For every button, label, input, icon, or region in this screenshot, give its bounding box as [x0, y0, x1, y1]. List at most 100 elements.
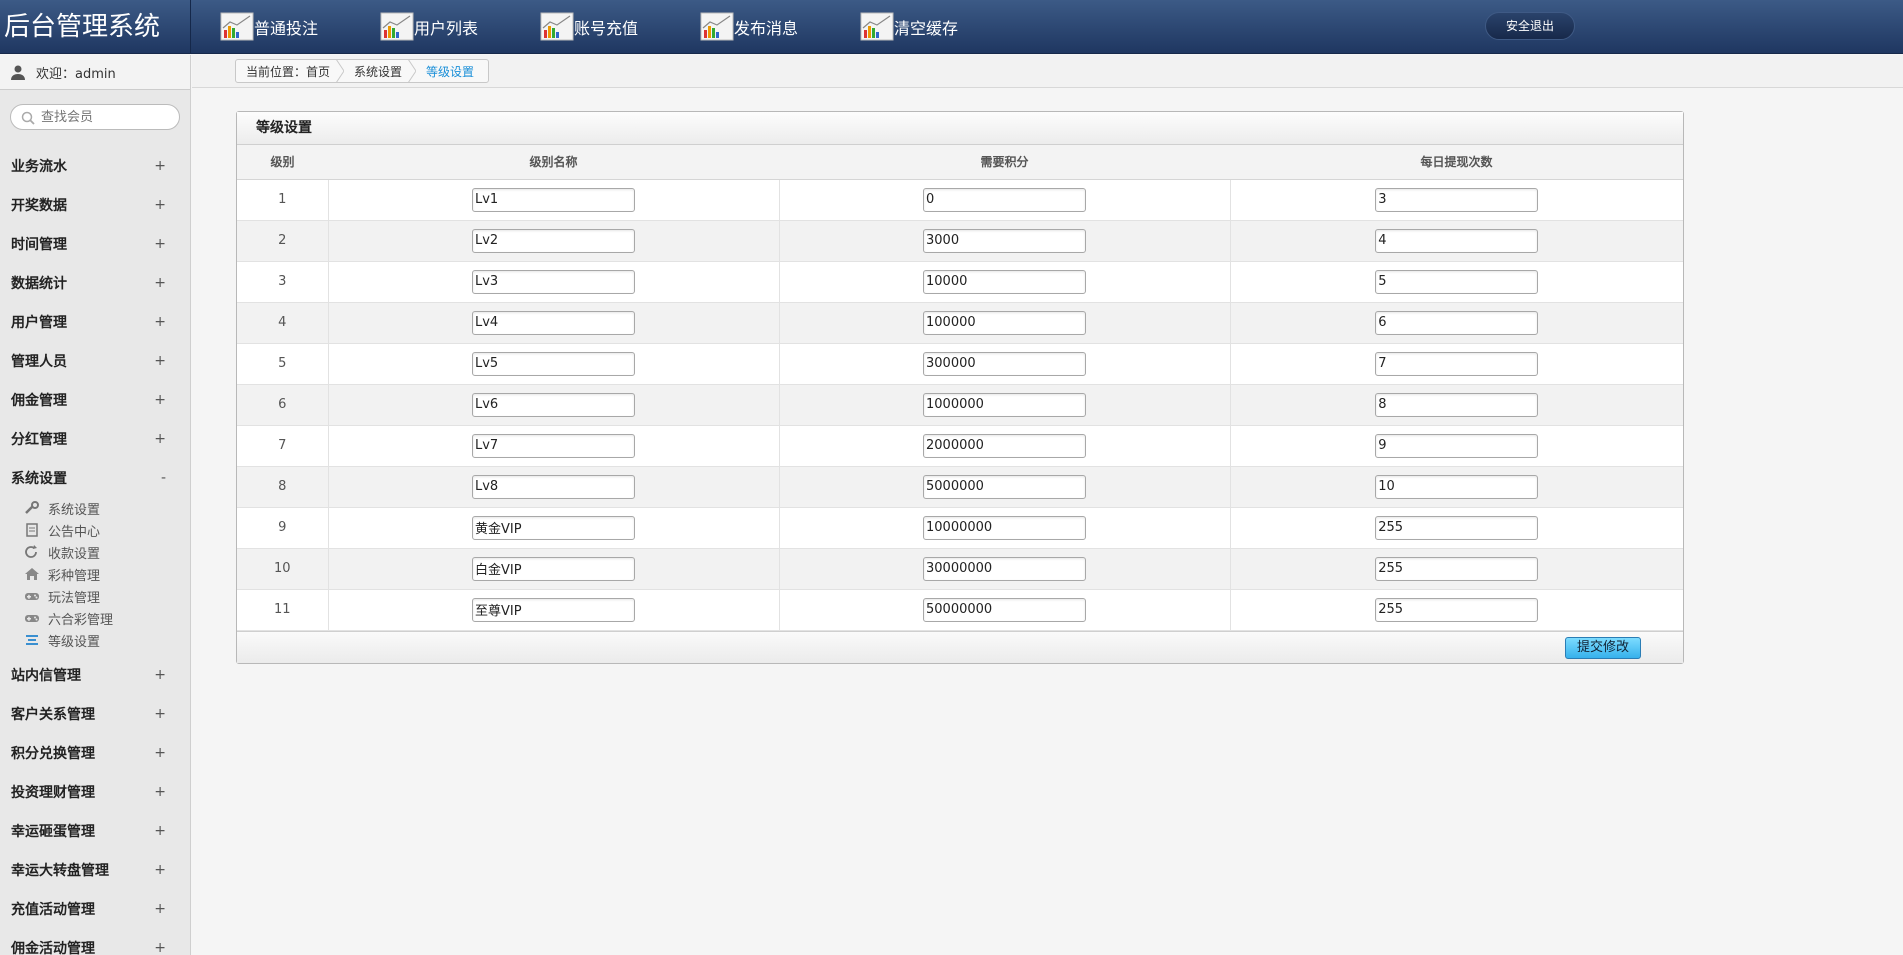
- table-row: 9: [237, 507, 1683, 549]
- daily-withdraw-input[interactable]: [1375, 351, 1539, 376]
- sidebar-menu-item[interactable]: 时间管理 +: [0, 224, 190, 263]
- required-points-input[interactable]: [923, 474, 1086, 499]
- chart-icon: [380, 12, 416, 42]
- breadcrumb-parent[interactable]: 系统设置: [354, 63, 402, 80]
- daily-withdraw-input[interactable]: [1375, 269, 1539, 294]
- required-points-input[interactable]: [923, 392, 1086, 417]
- points-cell: [778, 507, 1230, 549]
- topnav-item[interactable]: 账号充值: [540, 0, 700, 54]
- gamepad-icon: [24, 589, 40, 603]
- app-title: 后台管理系统: [0, 0, 191, 54]
- required-points-input[interactable]: [923, 515, 1086, 540]
- points-cell: [778, 466, 1230, 508]
- level-cell: 4: [237, 302, 328, 344]
- withdraw-cell: [1229, 179, 1683, 221]
- daily-withdraw-input[interactable]: [1375, 597, 1539, 622]
- panel-footer: 提交修改: [237, 630, 1683, 663]
- level-name-input[interactable]: [472, 310, 635, 335]
- name-cell: [327, 343, 779, 385]
- required-points-input[interactable]: [923, 269, 1086, 294]
- sidebar-menu-item[interactable]: 系统设置 -: [0, 458, 190, 497]
- withdraw-cell: [1229, 261, 1683, 303]
- sidebar-menu-item[interactable]: 业务流水 +: [0, 146, 190, 185]
- topnav-item[interactable]: 清空缓存: [860, 0, 1020, 54]
- table-row: 7: [237, 425, 1683, 467]
- level-name-input[interactable]: [472, 351, 635, 376]
- required-points-input[interactable]: [923, 187, 1086, 212]
- submenu-item[interactable]: 等级设置: [24, 629, 190, 651]
- daily-withdraw-input[interactable]: [1375, 556, 1539, 581]
- level-name-input[interactable]: [472, 392, 635, 417]
- sidebar-menu-item[interactable]: 佣金活动管理 +: [0, 928, 190, 955]
- level-name-input[interactable]: [472, 187, 635, 212]
- top-nav: 普通投注 用户列表 账号充值 发布消息 清空缓存: [220, 0, 1020, 54]
- submit-button[interactable]: 提交修改: [1565, 636, 1641, 659]
- top-header: 后台管理系统 普通投注 用户列表 账号充值 发布消息 清空缓存 安全退出: [0, 0, 1903, 54]
- sidebar-menu-item[interactable]: 管理人员 +: [0, 341, 190, 380]
- required-points-input[interactable]: [923, 433, 1086, 458]
- logout-button[interactable]: 安全退出: [1485, 12, 1575, 40]
- submenu-item[interactable]: 彩种管理: [24, 563, 190, 585]
- sidebar-menu-item[interactable]: 开奖数据 +: [0, 185, 190, 224]
- sidebar-menu-item[interactable]: 幸运大转盘管理 +: [0, 850, 190, 889]
- level-name-input[interactable]: [472, 597, 635, 622]
- daily-withdraw-input[interactable]: [1375, 228, 1539, 253]
- submenu-item[interactable]: 系统设置: [24, 497, 190, 519]
- table-row: 1: [237, 179, 1683, 221]
- sidebar-menu-item[interactable]: 佣金管理 +: [0, 380, 190, 419]
- withdraw-cell: [1229, 425, 1683, 467]
- daily-withdraw-input[interactable]: [1375, 515, 1539, 540]
- daily-withdraw-input[interactable]: [1375, 310, 1539, 335]
- withdraw-cell: [1229, 343, 1683, 385]
- sidebar-menu-item[interactable]: 分红管理 +: [0, 419, 190, 458]
- breadcrumb-home[interactable]: 当前位置：首页: [246, 63, 330, 80]
- submenu-item-label: 玩法管理: [48, 590, 101, 606]
- sidebar-menu-item[interactable]: 数据统计 +: [0, 263, 190, 302]
- expand-toggle-icon: +: [154, 391, 166, 408]
- menu-item-label: 用户管理: [11, 314, 67, 331]
- level-table: 级别 级别名称 需要积分 每日提现次数 1 2 3 4 5 6 7 8 9 10…: [237, 145, 1683, 631]
- required-points-input[interactable]: [923, 351, 1086, 376]
- topnav-label: 普通投注: [254, 19, 319, 38]
- column-header-level: 级别: [237, 145, 328, 180]
- required-points-input[interactable]: [923, 228, 1086, 253]
- menu-item-label: 佣金活动管理: [11, 940, 95, 955]
- submenu-item[interactable]: 玩法管理: [24, 585, 190, 607]
- submenu-item[interactable]: 收款设置: [24, 541, 190, 563]
- points-cell: [778, 302, 1230, 344]
- sidebar: 欢迎：admin 业务流水+开奖数据+时间管理+数据统计+用户管理+管理人员+佣…: [0, 55, 191, 955]
- sidebar-menu-item[interactable]: 充值活动管理 +: [0, 889, 190, 928]
- sidebar-menu-item[interactable]: 客户关系管理 +: [0, 694, 190, 733]
- chart-icon: [220, 12, 256, 42]
- expand-toggle-icon: +: [154, 430, 166, 447]
- daily-withdraw-input[interactable]: [1375, 392, 1539, 417]
- required-points-input[interactable]: [923, 556, 1086, 581]
- level-name-input[interactable]: [472, 269, 635, 294]
- submenu-item[interactable]: 六合彩管理: [24, 607, 190, 629]
- daily-withdraw-input[interactable]: [1375, 474, 1539, 499]
- level-name-input[interactable]: [472, 228, 635, 253]
- name-cell: [327, 548, 779, 590]
- topnav-item[interactable]: 发布消息: [700, 0, 860, 54]
- topnav-item[interactable]: 用户列表: [380, 0, 540, 54]
- sidebar-menu-item[interactable]: 投资理财管理 +: [0, 772, 190, 811]
- topnav-item[interactable]: 普通投注: [220, 0, 380, 54]
- points-cell: [778, 425, 1230, 467]
- required-points-input[interactable]: [923, 310, 1086, 335]
- level-name-input[interactable]: [472, 433, 635, 458]
- withdraw-cell: [1229, 507, 1683, 549]
- sidebar-menu-item[interactable]: 站内信管理 +: [0, 655, 190, 694]
- required-points-input[interactable]: [923, 597, 1086, 622]
- level-name-input[interactable]: [472, 515, 635, 540]
- chart-icon: [700, 12, 736, 42]
- submenu-item[interactable]: 公告中心: [24, 519, 190, 541]
- menu-item-label: 积分兑换管理: [11, 745, 95, 762]
- daily-withdraw-input[interactable]: [1375, 187, 1539, 212]
- daily-withdraw-input[interactable]: [1375, 433, 1539, 458]
- level-name-input[interactable]: [472, 556, 635, 581]
- sidebar-menu-item[interactable]: 幸运砸蛋管理 +: [0, 811, 190, 850]
- sidebar-menu-item[interactable]: 积分兑换管理 +: [0, 733, 190, 772]
- search-input[interactable]: [41, 108, 171, 126]
- level-name-input[interactable]: [472, 474, 635, 499]
- sidebar-menu-item[interactable]: 用户管理 +: [0, 302, 190, 341]
